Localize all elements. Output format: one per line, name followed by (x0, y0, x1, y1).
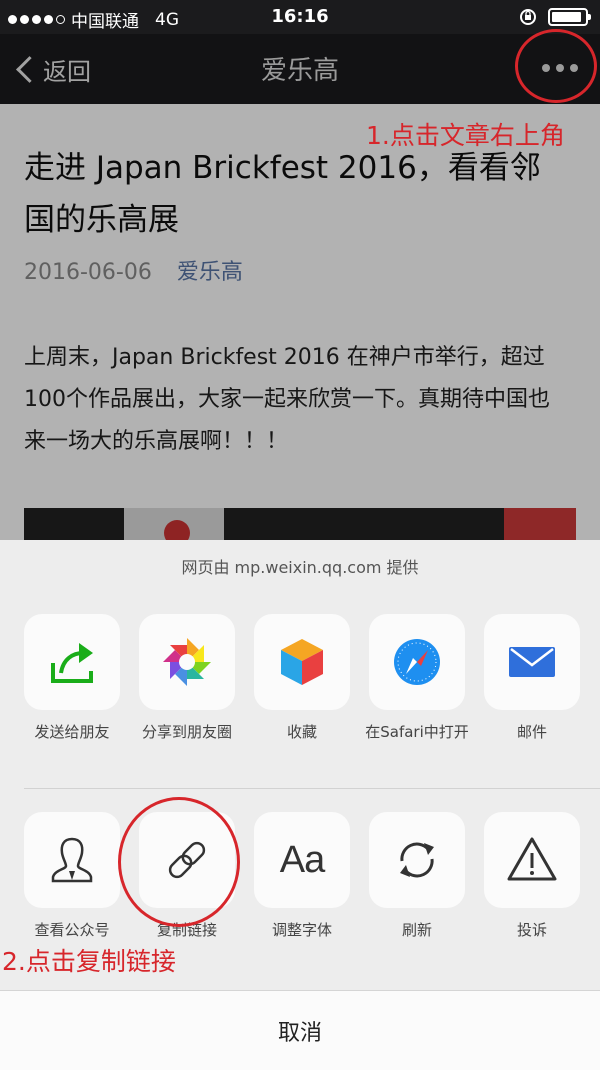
send-to-friend-button[interactable] (24, 614, 120, 710)
account-person-icon (51, 837, 93, 883)
share-moments-button[interactable] (139, 614, 235, 710)
annotation-step2: 2.点击复制链接 (2, 947, 176, 976)
send-to-friend-item[interactable]: 发送给朋友 (17, 614, 127, 742)
sheet-divider (24, 788, 600, 789)
annotation-circle-more (515, 29, 597, 103)
report-button[interactable] (484, 812, 580, 908)
annotation-circle-copy-link (118, 797, 240, 927)
favorites-item[interactable]: 收藏 (247, 614, 357, 742)
favorites-cube-icon (281, 639, 323, 685)
favorites-button[interactable] (254, 614, 350, 710)
safari-compass-icon (394, 639, 440, 685)
share-moments-item[interactable]: 分享到朋友圈 (132, 614, 242, 742)
mail-envelope-icon (509, 647, 555, 677)
view-account-button[interactable] (24, 812, 120, 908)
refresh-icon (400, 842, 434, 878)
open-in-safari-button[interactable] (369, 614, 465, 710)
warning-icon (507, 837, 557, 881)
open-in-safari-label: 在Safari中打开 (365, 723, 469, 741)
battery-icon (548, 8, 591, 26)
share-moments-label: 分享到朋友圈 (141, 723, 232, 741)
report-item[interactable]: 投诉 (477, 812, 587, 940)
report-label: 投诉 (516, 921, 547, 939)
dim-overlay[interactable] (0, 34, 600, 540)
send-to-friend-label: 发送给朋友 (34, 723, 110, 741)
rotation-lock-icon (520, 9, 536, 25)
refresh-button[interactable] (369, 812, 465, 908)
share-sheet: 网页由 mp.weixin.qq.com 提供 发送给朋友 分享到朋友圈 收藏 … (0, 540, 600, 1070)
mail-button[interactable] (484, 614, 580, 710)
mail-label: 邮件 (516, 723, 547, 741)
open-in-safari-item[interactable]: 在Safari中打开 (362, 614, 472, 742)
status-bar: 中国联通 4G 16:16 (0, 0, 600, 34)
view-account-label: 查看公众号 (34, 921, 110, 939)
cancel-button[interactable]: 取消 (0, 990, 600, 1070)
font-aa-icon: Aa (279, 838, 325, 881)
clock: 16:16 (271, 6, 329, 27)
refresh-item[interactable]: 刷新 (362, 812, 472, 940)
mail-item[interactable]: 邮件 (477, 614, 587, 742)
view-account-item[interactable]: 查看公众号 (17, 812, 127, 940)
font-size-button[interactable]: Aa (254, 812, 350, 908)
font-size-label: 调整字体 (271, 921, 332, 939)
share-arrow-icon (51, 643, 93, 683)
moments-aperture-icon (163, 638, 211, 686)
font-size-item[interactable]: Aa 调整字体 (247, 812, 357, 940)
favorites-label: 收藏 (286, 723, 317, 741)
provider-text: 网页由 mp.weixin.qq.com 提供 (181, 558, 419, 577)
annotation-step1: 1.点击文章右上角 (366, 121, 565, 150)
refresh-label: 刷新 (401, 921, 432, 939)
